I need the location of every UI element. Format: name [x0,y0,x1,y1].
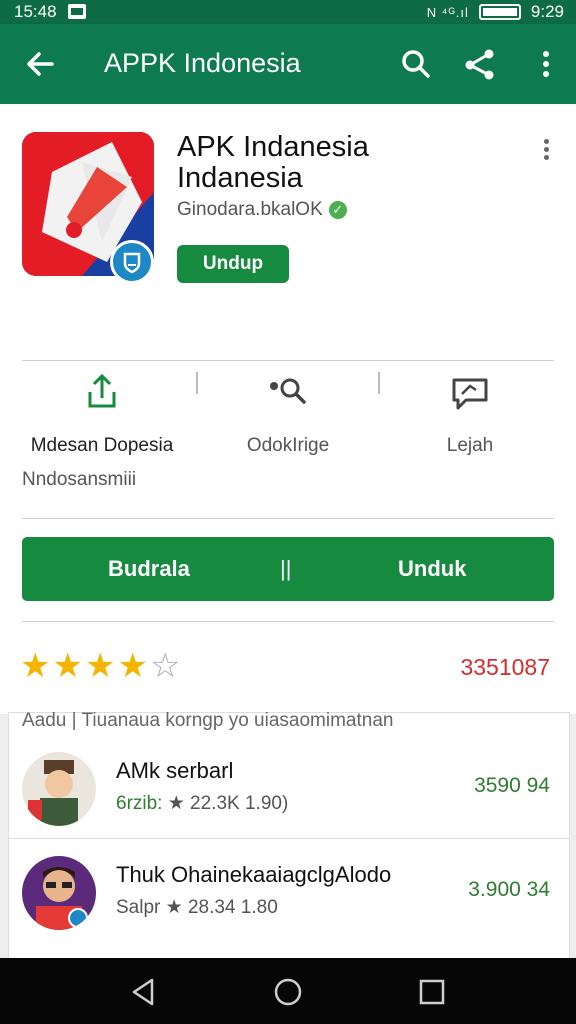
divider [22,518,554,519]
app-toolbar: APPK Indonesia [0,24,576,104]
list-item[interactable]: AMk serbarl 6rzib: ★ 22.3K 1.90) 3590 94 [8,738,570,838]
avatar [22,856,96,930]
status-time-right: 9:29 [530,2,564,21]
verified-check-icon: ✓ [328,201,347,219]
developer-name[interactable]: Ginodara.bkalOK [177,199,323,221]
list-item-meta-rest: ★ 22.3K 1.90) [167,793,289,814]
action-share[interactable]: Mdesan Dopesia [22,372,182,457]
star-filled-icon: ★ [52,647,83,685]
status-right: N ⁴ᴳ.ıl 9:29 [427,2,564,22]
nav-home-icon[interactable] [272,976,304,1008]
install-split-button[interactable]: Budrala || Unduk [22,537,554,601]
toolbar-title: APPK Indonesia [104,48,301,78]
list-item-meta-prefix: 6rzib: [116,793,163,814]
sub-label: Nndosansmiii [22,469,137,490]
divider [8,838,570,839]
big-button-divider: || [280,556,292,581]
star-empty-icon: ☆ [149,647,181,685]
status-time-left: 15:48 [14,2,57,21]
list-item-price: 3590 94 [474,774,550,797]
star-filled-icon: ★ [20,647,51,685]
list-item-title: Thuk OhainekaaiagclgAlodo [116,862,392,887]
list-item-meta-prefix: Salpr [116,897,161,918]
search-person-icon [270,378,306,404]
action-label: Mdesan Dopesia [30,435,174,456]
search-icon[interactable] [398,46,434,82]
avatar [22,752,96,826]
share-icon[interactable] [462,46,498,82]
share-upload-icon [88,373,116,408]
image-notification-icon [68,4,86,19]
action-search[interactable]: OdokIrige [230,372,346,457]
more-vert-icon[interactable] [528,46,564,82]
action-label: Lejah [446,435,494,456]
list-item[interactable]: Thuk OhainekaaiagclgAlodo Salpr ★ 28.34 … [8,842,570,942]
action-label: OdokIrige [246,435,330,456]
big-button-left-label[interactable]: Budrala [108,556,190,582]
star-filled-icon: ★ [84,647,116,685]
separator [196,372,198,394]
system-nav-bar [0,958,576,1024]
install-small-button[interactable]: Undup [177,245,289,283]
list-item-meta: 6rzib: ★ 22.3K 1.90) [116,792,288,815]
nav-back-icon[interactable] [128,976,160,1008]
separator [378,372,380,394]
app-title: APK Indanesia Indanesia [177,131,369,194]
action-message[interactable]: Lejah [420,372,520,457]
battery-icon [478,4,521,20]
message-icon [452,378,488,410]
list-item-meta: Salpr ★ 28.34 1.80 [116,896,278,919]
signal-indicator: N ⁴ᴳ.ıl [426,4,469,20]
list-item-meta-rest: ★ 28.34 1.80 [165,897,278,918]
divider [22,621,554,622]
list-header: Aadu | Tiuanaua korngp yo uiasaomimatnan [22,710,394,731]
list-item-price: 3.900 34 [468,878,550,901]
app-more-vert-icon[interactable] [536,136,556,168]
divider [22,360,554,361]
big-button-right-label[interactable]: Unduk [398,556,466,582]
rating-count: 3351087 [460,654,550,680]
developer-line[interactable]: Ginodara.bkalOK ✓ [177,199,347,221]
back-arrow-icon[interactable] [22,46,58,82]
list-item-title: AMk serbarl [116,758,234,783]
star-filled-icon: ★ [117,647,148,685]
rating-stars: ★ ★ ★ ★ ☆ [20,648,180,684]
status-bar: 15:48 N ⁴ᴳ.ıl 9:29 [0,0,576,24]
app-shield-badge-icon [110,240,154,284]
nav-recents-icon[interactable] [416,976,448,1008]
